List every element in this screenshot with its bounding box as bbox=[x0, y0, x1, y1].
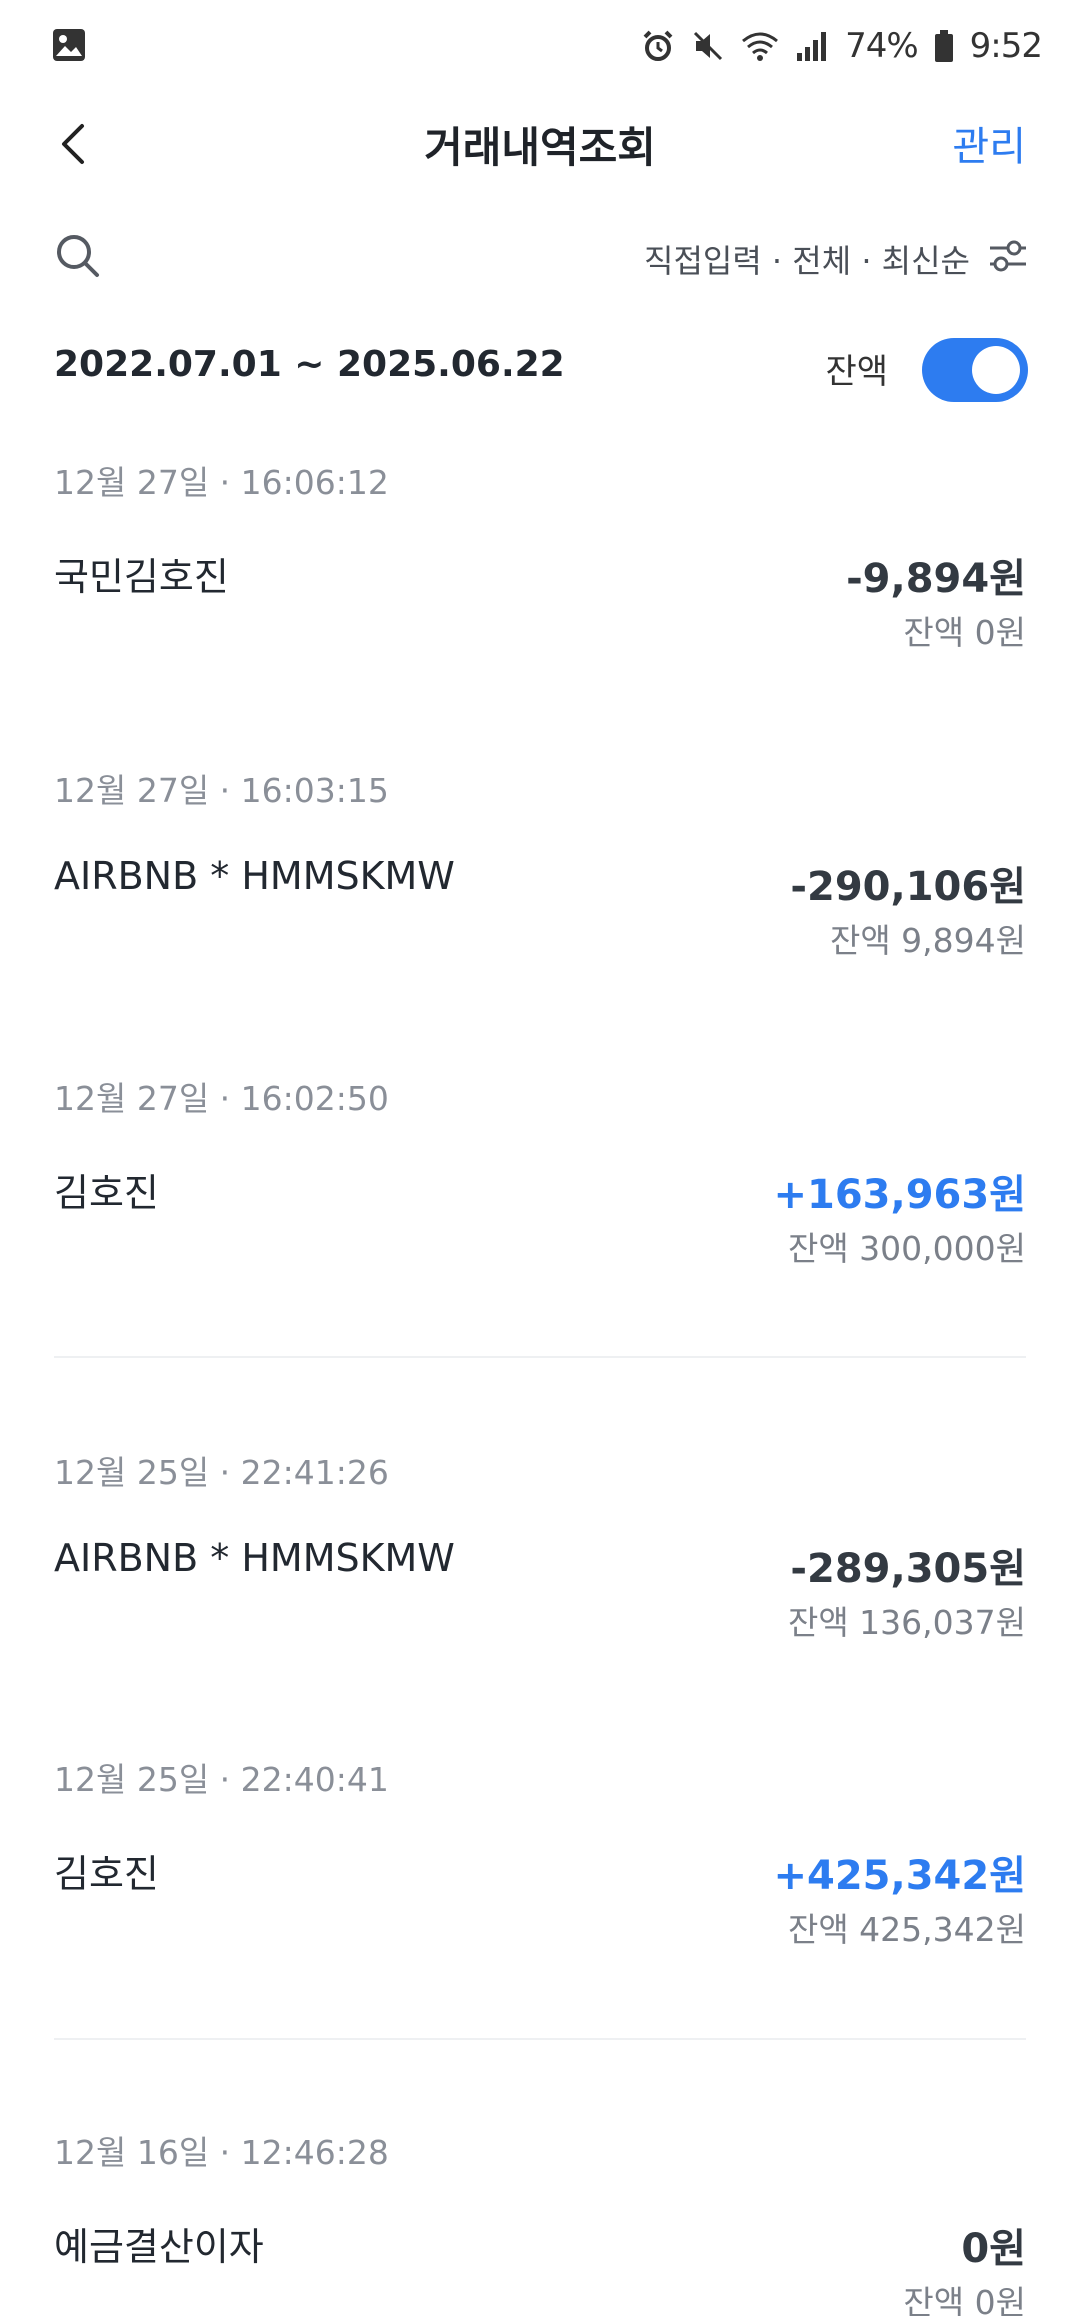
transaction-item[interactable]: 12월 25일 · 22:40:41 김호진 +425,342원 잔액 425,… bbox=[54, 1753, 1026, 1953]
balance-toggle-label: 잔액 bbox=[825, 352, 888, 392]
page-title: 거래내역조회 bbox=[424, 123, 656, 172]
battery-icon bbox=[934, 29, 954, 63]
day-divider bbox=[54, 1356, 1026, 1358]
transaction-amount: 0원 bbox=[961, 2226, 1026, 2272]
balance-toggle[interactable] bbox=[922, 338, 1028, 402]
mute-icon bbox=[691, 29, 725, 63]
transaction-amount: -290,106원 bbox=[790, 864, 1026, 910]
transaction-history-screen: 74% 9:52 거래내역조회 관리 직접입력 · 전체 · 최신순 2022.… bbox=[0, 0, 1080, 2316]
filter-summary[interactable]: 직접입력 · 전체 · 최신순 bbox=[644, 236, 970, 282]
transaction-name: AIRBNB * HMMSKMW bbox=[54, 1536, 455, 1580]
transaction-name: 김호진 bbox=[54, 1171, 159, 1215]
transaction-date: 12월 16일 · 12:46:28 bbox=[54, 2133, 389, 2172]
status-bar: 74% 9:52 bbox=[0, 0, 1080, 92]
search-icon[interactable] bbox=[54, 232, 102, 284]
transaction-item[interactable]: 12월 27일 · 16:06:12 국민김호진 -9,894원 잔액 0원 bbox=[54, 456, 1026, 656]
gallery-icon bbox=[52, 28, 86, 66]
transaction-item[interactable]: 12월 27일 · 16:03:15 AIRBNB * HMMSKMW -290… bbox=[54, 764, 1026, 964]
day-divider bbox=[54, 2038, 1026, 2040]
transaction-item[interactable]: 12월 16일 · 12:46:28 예금결산이자 0원 잔액 0원 bbox=[54, 2126, 1026, 2316]
transaction-date: 12월 27일 · 16:06:12 bbox=[54, 463, 389, 502]
transaction-date: 12월 25일 · 22:41:26 bbox=[54, 1453, 389, 1492]
transaction-balance: 잔액 9,894원 bbox=[829, 921, 1026, 960]
transaction-amount: -289,305원 bbox=[790, 1546, 1026, 1592]
toggle-knob bbox=[972, 346, 1020, 394]
transaction-item[interactable]: 12월 25일 · 22:41:26 AIRBNB * HMMSKMW -289… bbox=[54, 1446, 1026, 1646]
transaction-name: 국민김호진 bbox=[54, 555, 229, 599]
transaction-balance: 잔액 0원 bbox=[903, 2283, 1026, 2316]
transaction-amount: +425,342원 bbox=[773, 1853, 1026, 1899]
clock: 9:52 bbox=[969, 26, 1043, 66]
filter-settings-icon[interactable] bbox=[986, 234, 1030, 282]
transaction-date: 12월 27일 · 16:03:15 bbox=[54, 771, 389, 810]
manage-button[interactable]: 관리 bbox=[952, 114, 1026, 172]
transaction-date: 12월 27일 · 16:02:50 bbox=[54, 1079, 389, 1118]
transaction-date: 12월 25일 · 22:40:41 bbox=[54, 1760, 389, 1799]
transaction-name: 김호진 bbox=[54, 1852, 159, 1896]
battery-percent: 74% bbox=[845, 26, 919, 66]
transaction-name: 예금결산이자 bbox=[54, 2225, 264, 2269]
signal-icon bbox=[795, 29, 829, 63]
transaction-item[interactable]: 12월 27일 · 16:02:50 김호진 +163,963원 잔액 300,… bbox=[54, 1072, 1026, 1272]
date-range-row: 2022.07.01 ~ 2025.06.22 잔액 bbox=[0, 332, 1080, 402]
transaction-amount: +163,963원 bbox=[773, 1172, 1026, 1218]
transaction-balance: 잔액 0원 bbox=[903, 613, 1026, 652]
alarm-icon bbox=[641, 29, 675, 63]
wifi-icon bbox=[741, 29, 779, 63]
app-header: 거래내역조회 관리 bbox=[0, 92, 1080, 196]
filter-row: 직접입력 · 전체 · 최신순 bbox=[0, 222, 1080, 294]
transaction-balance: 잔액 136,037원 bbox=[787, 1603, 1026, 1642]
date-range[interactable]: 2022.07.01 ~ 2025.06.22 bbox=[54, 344, 565, 385]
transaction-balance: 잔액 425,342원 bbox=[787, 1910, 1026, 1949]
transaction-balance: 잔액 300,000원 bbox=[787, 1229, 1026, 1268]
transaction-name: AIRBNB * HMMSKMW bbox=[54, 854, 455, 898]
transaction-amount: -9,894원 bbox=[846, 556, 1026, 602]
